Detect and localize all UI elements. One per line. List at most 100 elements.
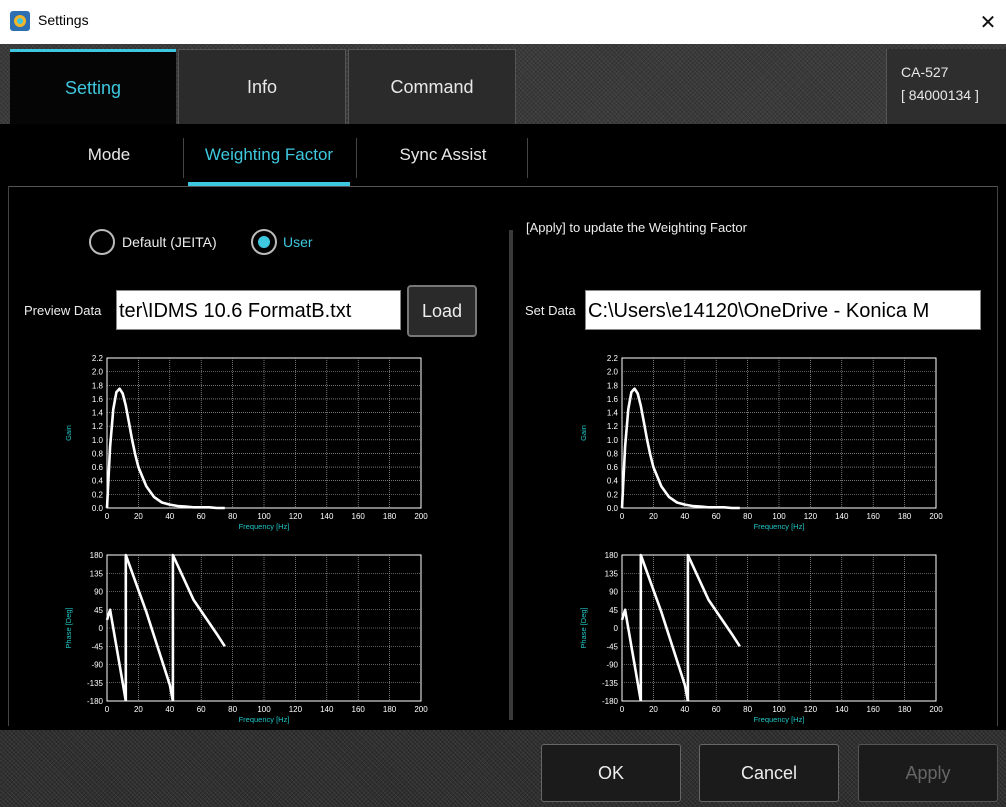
right-phase-ytick-label: 180 bbox=[605, 551, 619, 560]
right-phase-ytick-label: -45 bbox=[606, 642, 618, 651]
left-phase-xtick-label: 140 bbox=[320, 705, 334, 714]
left-phase-x-axis-label: Frequency [Hz] bbox=[239, 715, 290, 724]
right-phase-y-axis-label: Phase [Deg] bbox=[579, 607, 588, 648]
left-phase-xtick-label: 40 bbox=[165, 705, 174, 714]
close-icon[interactable]: ✕ bbox=[970, 0, 1006, 44]
right-gain-ytick-label: 0.4 bbox=[607, 477, 619, 486]
left-gain-plot-frame bbox=[106, 357, 422, 509]
preview-data-field[interactable]: ter\IDMS 10.6 FormatB.txt bbox=[116, 290, 401, 330]
left-gain-xtick-label: 0 bbox=[105, 512, 110, 521]
right-phase-ytick-label: 90 bbox=[609, 588, 618, 597]
right-gain-ytick-label: 0.8 bbox=[607, 449, 619, 458]
right-gain-ytick-label: 1.0 bbox=[607, 436, 619, 445]
subtab-mode[interactable]: Mode bbox=[36, 124, 182, 186]
right-phase-ytick-label: -135 bbox=[602, 679, 619, 688]
tab-setting[interactable]: Setting bbox=[10, 49, 176, 124]
subtab-separator bbox=[356, 138, 357, 178]
apply-hint: [Apply] to update the Weighting Factor bbox=[526, 220, 747, 235]
app-icon bbox=[10, 11, 30, 31]
subtab-sync-assist[interactable]: Sync Assist bbox=[358, 124, 528, 186]
right-phase-series-line bbox=[639, 553, 690, 702]
right-gain-xtick-label: 200 bbox=[929, 512, 943, 521]
left-phase-xtick-label: 80 bbox=[228, 705, 237, 714]
right-gain-ytick-label: 1.4 bbox=[607, 409, 619, 418]
left-phase-xtick-label: 200 bbox=[414, 705, 428, 714]
right-phase-xtick-label: 180 bbox=[898, 705, 912, 714]
right-phase-xtick-label: 0 bbox=[620, 705, 625, 714]
left-phase-ytick-label: 90 bbox=[94, 588, 103, 597]
left-gain-ytick-label: 0.2 bbox=[92, 490, 104, 499]
set-data-field[interactable]: C:\Users\e14120\OneDrive - Konica M bbox=[585, 290, 981, 330]
right-gain-xtick-label: 180 bbox=[898, 512, 912, 521]
device-serial: [ 84000134 ] bbox=[901, 87, 979, 103]
right-gain-ytick-label: 0.0 bbox=[607, 504, 619, 513]
radio-default-label: Default (JEITA) bbox=[122, 234, 217, 250]
radio-user[interactable] bbox=[251, 229, 277, 255]
window-title: Settings bbox=[38, 12, 89, 28]
right-gain-ytick-label: 1.8 bbox=[607, 381, 619, 390]
left-gain-y-axis-label: Gain bbox=[64, 425, 73, 441]
right-gain-ytick-label: 0.2 bbox=[607, 490, 619, 499]
device-model: CA-527 bbox=[901, 64, 949, 80]
left-phase-xtick-label: 0 bbox=[105, 705, 110, 714]
left-gain-xtick-label: 100 bbox=[257, 512, 271, 521]
right-phase-xtick-label: 120 bbox=[804, 705, 818, 714]
left-gain-ytick-label: 1.4 bbox=[92, 409, 104, 418]
right-phase-xtick-label: 100 bbox=[772, 705, 786, 714]
left-phase-ytick-label: 45 bbox=[94, 606, 103, 615]
right-phase-ytick-label: 45 bbox=[609, 606, 618, 615]
right-gain-xtick-label: 0 bbox=[620, 512, 625, 521]
tab-command[interactable]: Command bbox=[348, 49, 516, 124]
settings-window: Settings ✕ Setting Info Command CA-527 [… bbox=[0, 0, 1006, 807]
right-gain-ytick-label: 1.2 bbox=[607, 422, 619, 431]
left-phase-ytick-label: -135 bbox=[87, 679, 104, 688]
apply-button[interactable]: Apply bbox=[858, 744, 998, 802]
bottom-bar: OK Cancel Apply bbox=[0, 730, 1006, 807]
left-phase-xtick-label: 20 bbox=[134, 705, 143, 714]
device-info: CA-527 [ 84000134 ] bbox=[886, 49, 1006, 124]
right-phase-series-line bbox=[686, 553, 741, 701]
left-phase-ytick-label: -45 bbox=[91, 642, 103, 651]
right-phase-x-axis-label: Frequency [Hz] bbox=[754, 715, 805, 724]
right-phase-ytick-label: -90 bbox=[606, 661, 618, 670]
right-phase-xtick-label: 60 bbox=[712, 705, 721, 714]
left-gain-ytick-label: 0.4 bbox=[92, 477, 104, 486]
left-gain-x-axis-label: Frequency [Hz] bbox=[239, 522, 290, 531]
right-phase-xtick-label: 80 bbox=[743, 705, 752, 714]
content-top-border bbox=[8, 186, 998, 187]
left-phase-series-line bbox=[171, 553, 226, 701]
right-gain-ytick-label: 0.6 bbox=[607, 463, 619, 472]
left-gain-ytick-label: 0.0 bbox=[92, 504, 104, 513]
left-phase-ytick-label: 180 bbox=[90, 551, 104, 560]
ok-button[interactable]: OK bbox=[541, 744, 681, 802]
right-phase-plot-frame bbox=[621, 554, 937, 702]
content-left-border bbox=[8, 186, 9, 726]
left-gain-ytick-label: 1.0 bbox=[92, 436, 104, 445]
cancel-button[interactable]: Cancel bbox=[699, 744, 839, 802]
left-phase-ytick-label: -90 bbox=[91, 661, 103, 670]
left-phase-xtick-label: 100 bbox=[257, 705, 271, 714]
right-phase-xtick-label: 200 bbox=[929, 705, 943, 714]
right-gain-ytick-label: 2.0 bbox=[607, 368, 619, 377]
left-gain-ytick-label: 2.2 bbox=[92, 354, 104, 363]
left-gain-ytick-label: 2.0 bbox=[92, 368, 104, 377]
left-gain-ytick-label: 1.8 bbox=[92, 381, 104, 390]
radio-default-jeita[interactable] bbox=[89, 229, 115, 255]
tab-info[interactable]: Info bbox=[178, 49, 346, 124]
left-gain-series-line bbox=[105, 387, 225, 510]
radio-user-label: User bbox=[283, 234, 313, 250]
left-gain-xtick-label: 20 bbox=[134, 512, 143, 521]
right-phase-ytick-label: 0 bbox=[614, 624, 619, 633]
left-phase-series-line bbox=[105, 608, 128, 702]
sub-tab-bar: Mode Weighting Factor Sync Assist bbox=[0, 124, 1006, 186]
right-gain-ytick-label: 1.6 bbox=[607, 395, 619, 404]
right-gain-xtick-label: 160 bbox=[867, 512, 881, 521]
left-gain-xtick-label: 140 bbox=[320, 512, 334, 521]
preview-data-label: Preview Data bbox=[24, 303, 102, 318]
subtab-weighting-factor[interactable]: Weighting Factor bbox=[184, 124, 354, 186]
right-gain-xtick-label: 100 bbox=[772, 512, 786, 521]
subtab-separator bbox=[527, 138, 528, 178]
load-button[interactable]: Load bbox=[407, 285, 477, 337]
left-phase-xtick-label: 60 bbox=[197, 705, 206, 714]
right-gain-xtick-label: 120 bbox=[804, 512, 818, 521]
